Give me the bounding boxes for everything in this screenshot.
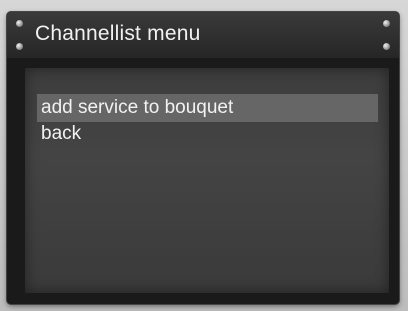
menu-item-add-service-to-bouquet[interactable]: add service to bouquet <box>37 94 378 122</box>
title-bar: Channellist menu <box>7 12 399 58</box>
channellist-menu-window: Channellist menu add service to bouquet … <box>7 12 399 304</box>
screw-icon <box>383 20 390 27</box>
screw-icon <box>383 43 390 50</box>
screw-icon <box>16 43 23 50</box>
screw-icon <box>16 20 23 27</box>
window-title: Channellist menu <box>35 22 201 45</box>
menu-item-back[interactable]: back <box>37 120 378 148</box>
menu-list: add service to bouquet back <box>25 68 389 293</box>
